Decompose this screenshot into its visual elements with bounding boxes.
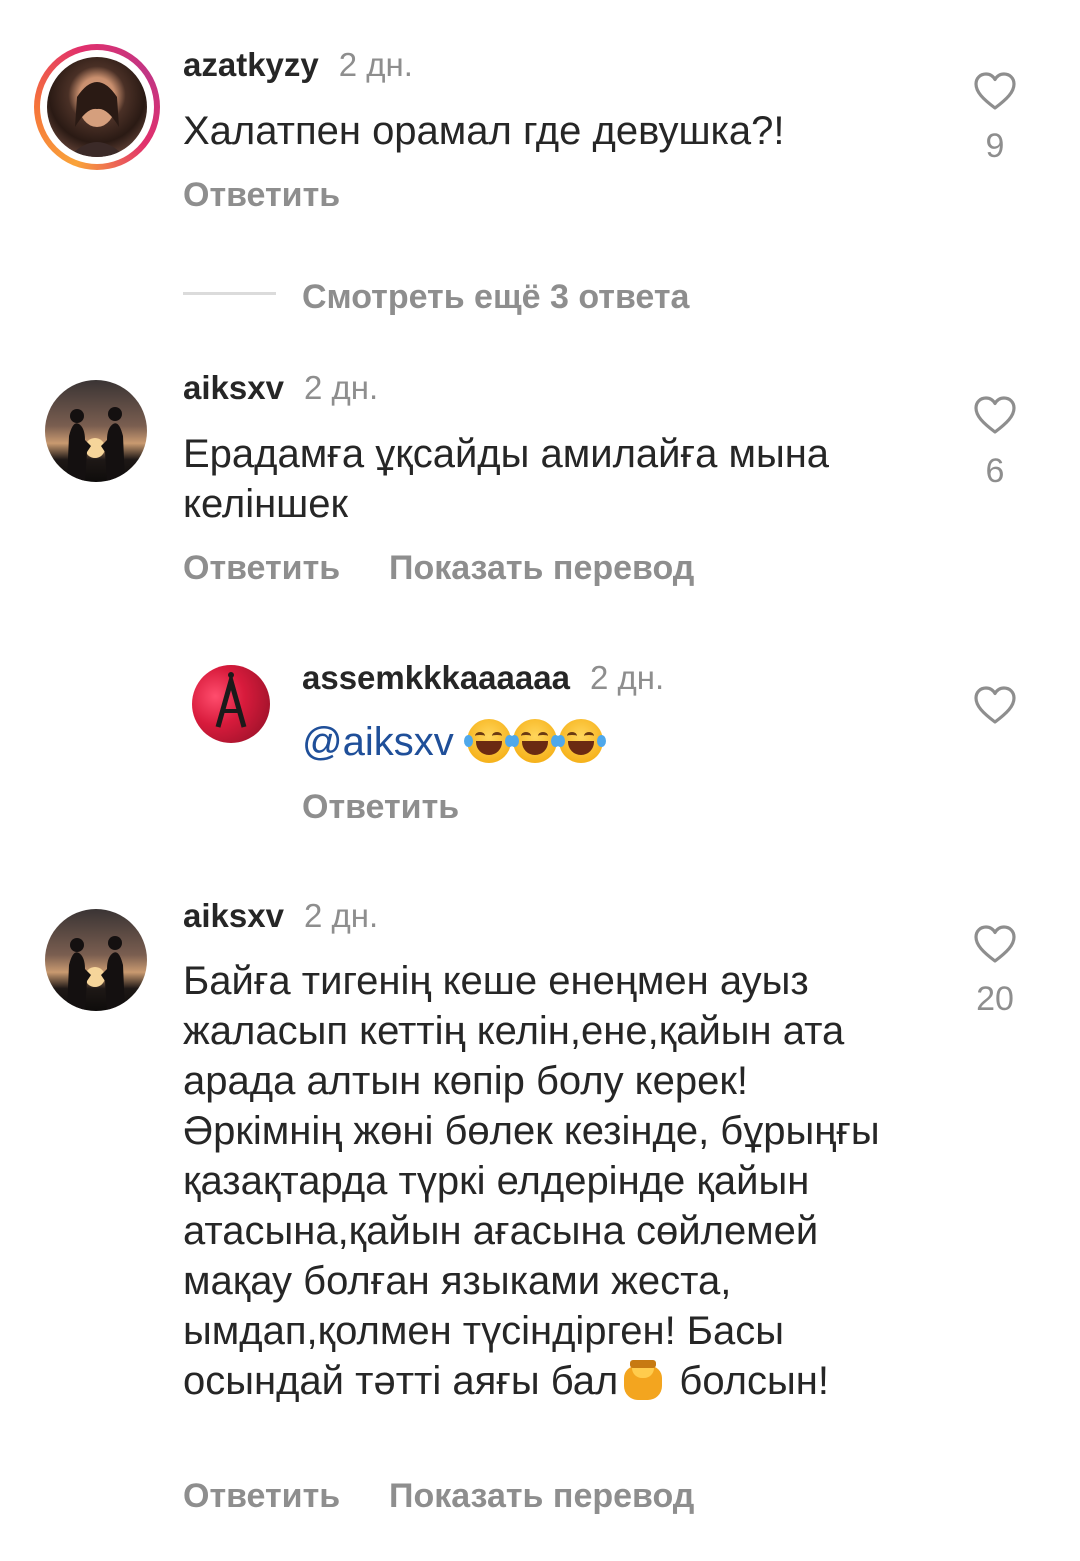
face-with-tears-of-joy-icon	[509, 719, 560, 763]
honey-pot-icon	[622, 1360, 664, 1400]
comment-username[interactable]: aiksxv 2 дн.	[183, 897, 378, 935]
like-count: 6	[985, 452, 1005, 490]
avatar[interactable]	[45, 909, 147, 1011]
reply-time: 2 дн.	[589, 659, 665, 696]
comment-text: Байға тигенің кеше енеңмен ауыз жаласып …	[183, 959, 880, 1403]
show-translation-button[interactable]: Показать перевод	[389, 1477, 694, 1516]
avatar[interactable]	[47, 57, 147, 157]
avatar[interactable]	[45, 380, 147, 482]
replies-divider	[183, 292, 276, 295]
heart-outline-icon[interactable]	[973, 924, 1017, 964]
like-count: 9	[985, 127, 1005, 165]
heart-outline-icon[interactable]	[973, 685, 1017, 725]
heart-outline-icon[interactable]	[973, 71, 1017, 111]
face-with-tears-of-joy-icon	[463, 719, 514, 763]
comment-time: 2 дн.	[338, 46, 413, 83]
comment-time: 2 дн.	[303, 897, 379, 934]
mention-link[interactable]: @aiksxv	[302, 720, 454, 764]
comment-text: Ерадамға ұқсайды амилайға мына келіншек	[183, 432, 830, 526]
reply-username[interactable]: assemkkkaaaaaa 2 дн.	[302, 659, 664, 697]
heart-outline-icon[interactable]	[973, 395, 1017, 435]
reply-button[interactable]: Ответить	[302, 788, 459, 827]
show-translation-button[interactable]: Показать перевод	[389, 549, 694, 588]
comment-text: Халатпен орамал где девушка?!	[183, 109, 785, 153]
reply-text: @aiksxv	[302, 717, 1022, 767]
like-count: 20	[976, 980, 1014, 1018]
reply-button[interactable]: Ответить	[183, 176, 340, 215]
comment-username[interactable]: aiksxv 2 дн.	[183, 369, 378, 407]
avatar[interactable]	[192, 665, 270, 743]
view-more-replies-button[interactable]: Смотреть ещё 3 ответа	[302, 278, 689, 317]
face-with-tears-of-joy-icon	[555, 719, 606, 763]
comment-username[interactable]: azatkyzy 2 дн.	[183, 46, 413, 84]
comment-time: 2 дн.	[303, 369, 379, 406]
reply-button[interactable]: Ответить	[183, 1477, 340, 1516]
reply-button[interactable]: Ответить	[183, 549, 340, 588]
story-ring[interactable]	[34, 44, 160, 170]
